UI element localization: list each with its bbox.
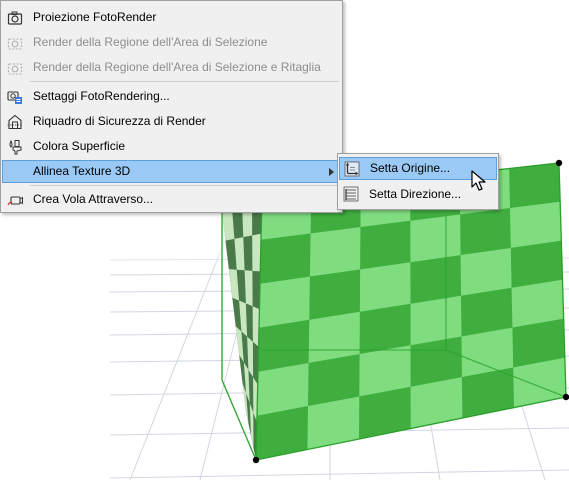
submenu-arrow-icon bbox=[329, 168, 334, 176]
selection-node bbox=[562, 393, 569, 401]
menu-item-label: Colora Superficie bbox=[33, 139, 126, 153]
menu-item-label: Settaggi FotoRendering... bbox=[33, 89, 170, 103]
menu-item-align-3d-texture[interactable]: Allinea Texture 3D bbox=[2, 160, 341, 183]
menu-item-label: Allinea Texture 3D bbox=[33, 164, 131, 178]
menu-item-label: Render della Regione dell'Area di Selezi… bbox=[33, 60, 321, 74]
menu-separator bbox=[30, 185, 339, 186]
camera-crop-icon bbox=[7, 63, 23, 75]
menu-item-label: Render della Regione dell'Area di Selezi… bbox=[33, 35, 268, 49]
menu-item-paint-surface[interactable]: Colora Superficie bbox=[2, 135, 341, 158]
menu-item-create-fly-through[interactable]: Crea Vola Attraverso... bbox=[2, 188, 341, 211]
safe-frame-icon bbox=[7, 114, 23, 130]
set-direction-icon bbox=[343, 186, 359, 202]
menu-item-render-safe-frame[interactable]: Riquadro di Sicurezza di Render bbox=[2, 110, 341, 133]
texture-tile bbox=[460, 247, 513, 297]
camera-region-icon bbox=[7, 38, 23, 50]
menu-separator bbox=[30, 81, 339, 82]
submenu-item-label: Setta Direzione... bbox=[369, 187, 462, 201]
paint-brush-icon bbox=[9, 139, 22, 155]
menu-item-label: Crea Vola Attraverso... bbox=[33, 192, 154, 206]
texture-tile bbox=[410, 254, 462, 305]
menu-item-photorender-projection[interactable]: Proiezione FotoRender bbox=[2, 6, 341, 29]
texture-tile bbox=[509, 162, 561, 209]
texture-tile bbox=[359, 262, 412, 313]
submenu-item-label: Setta Origine... bbox=[370, 161, 451, 175]
camera-icon bbox=[7, 11, 23, 25]
set-origin-icon bbox=[344, 161, 360, 177]
menu-item-render-selection-region[interactable]: Render della Regione dell'Area di Selezi… bbox=[2, 31, 341, 54]
texture-tile bbox=[360, 220, 412, 271]
texture-tile bbox=[460, 207, 512, 256]
context-menu: Proiezione FotoRender Render della Regio… bbox=[0, 0, 343, 213]
fly-through-camera-icon bbox=[7, 196, 23, 206]
texture-tile bbox=[309, 226, 362, 278]
texture-tile bbox=[259, 233, 312, 285]
left-face bbox=[222, 196, 262, 460]
texture-tile bbox=[410, 214, 462, 263]
menu-item-photorender-settings[interactable]: Settaggi FotoRendering... bbox=[2, 85, 341, 108]
texture-tile bbox=[509, 201, 562, 249]
texture-tile bbox=[309, 269, 361, 321]
selection-node bbox=[252, 456, 260, 464]
texture-tile bbox=[258, 276, 311, 329]
mouse-pointer-icon bbox=[471, 170, 486, 191]
menu-item-label: Proiezione FotoRender bbox=[33, 10, 157, 24]
menu-item-render-selection-region-crop[interactable]: Render della Regione dell'Area di Selezi… bbox=[2, 56, 341, 79]
render-settings-icon bbox=[7, 91, 22, 104]
menu-item-label: Riquadro di Sicurezza di Render bbox=[33, 114, 206, 128]
selection-node bbox=[555, 159, 563, 167]
